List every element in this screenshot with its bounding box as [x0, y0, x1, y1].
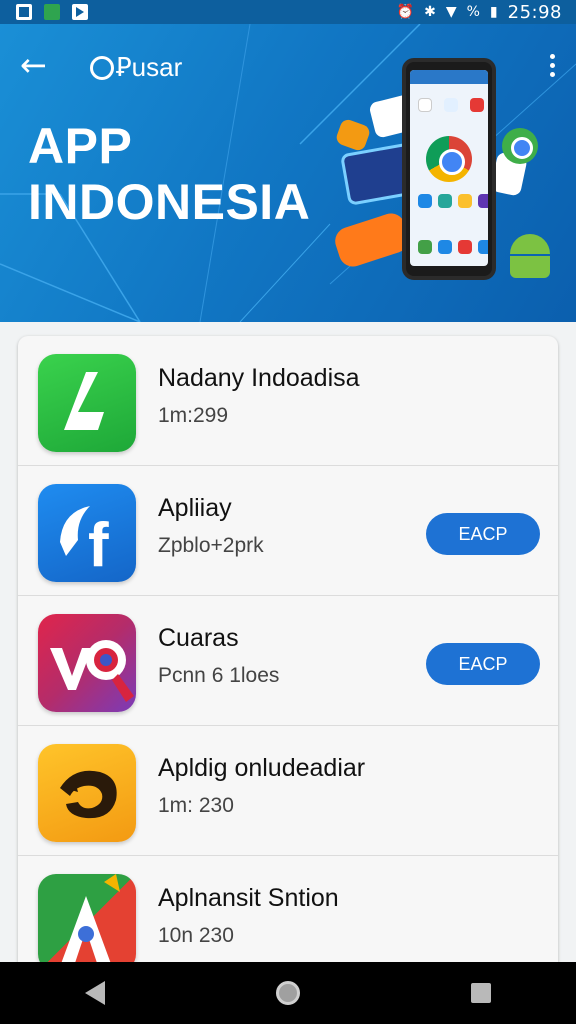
title-line-1: APP: [28, 118, 133, 174]
system-navigation-bar: [0, 962, 576, 1024]
title-line-2: INDONESIA: [28, 174, 311, 230]
list-item[interactable]: Apldig onludeadiar 1m: 230: [18, 726, 558, 856]
more-options-button[interactable]: [548, 54, 556, 77]
phone-illustration: [402, 58, 496, 280]
app-subtitle: 1m: 230: [158, 794, 234, 817]
clock: 25:98: [507, 1, 562, 23]
nav-home-icon[interactable]: [275, 981, 300, 1005]
nav-recents-icon[interactable]: [470, 983, 491, 1003]
list-item[interactable]: Cuaras Pcnn 6 1loes EACP: [18, 596, 558, 726]
back-button[interactable]: ←: [20, 49, 54, 84]
notification-play-icon: [72, 4, 88, 20]
list-item[interactable]: f Apliiay Zpblo+2prk EACP: [18, 466, 558, 596]
svg-text:f: f: [88, 511, 109, 580]
nav-back-icon[interactable]: [85, 981, 106, 1005]
android-icon: [510, 234, 550, 278]
app-name: Apldig onludeadiar: [158, 754, 366, 782]
alarm-icon: ⏰: [396, 4, 415, 20]
app-action-button[interactable]: EACP: [426, 513, 540, 555]
vc-icon: [38, 614, 136, 712]
bluetooth-icon: ✱: [424, 4, 436, 20]
app-list-card: Nadany Indoadisa 1m:299 f Apliiay Zpblo+…: [18, 336, 558, 976]
app-subtitle: Pcnn 6 1loes: [158, 664, 280, 687]
battery-icon: ▮: [489, 4, 498, 20]
app-subtitle: Zpblo+2prk: [158, 534, 264, 557]
list-item[interactable]: Aplnansit Sntion 10n 230: [18, 856, 558, 976]
app-name: Nadany Indoadisa: [158, 364, 360, 392]
notification-gallery-icon: [16, 4, 32, 20]
app-subtitle: 1m:299: [158, 404, 229, 427]
blue-f-icon: f: [38, 484, 136, 582]
chrome-badge-icon: [502, 128, 538, 164]
brand-logo: Ꝑusar: [90, 52, 182, 83]
wifi-icon: ▼: [445, 4, 457, 20]
app-name: Aplnansit Sntion: [158, 884, 339, 912]
app-action-button[interactable]: EACP: [426, 643, 540, 685]
orange-swirl-icon: [38, 744, 136, 842]
notification-map-icon: [44, 4, 60, 20]
battery-percent: %: [466, 4, 480, 20]
chrome-icon: [426, 136, 472, 182]
app-subtitle: 10n 230: [158, 924, 234, 947]
maps-a-icon: [38, 874, 136, 972]
status-bar: ⏰ ✱ ▼ % ▮ 25:98: [0, 0, 576, 24]
app-name: Cuaras: [158, 624, 239, 652]
green-l-icon: [38, 354, 136, 452]
list-item[interactable]: Nadany Indoadisa 1m:299: [18, 336, 558, 466]
app-name: Apliiay: [158, 494, 232, 522]
header-banner: ← Ꝑusar APP INDONESIA: [0, 24, 576, 322]
brand-mark-icon: [90, 55, 114, 80]
page-title: APP INDONESIA: [28, 118, 310, 230]
brand-name: Ꝑusar: [116, 52, 183, 82]
